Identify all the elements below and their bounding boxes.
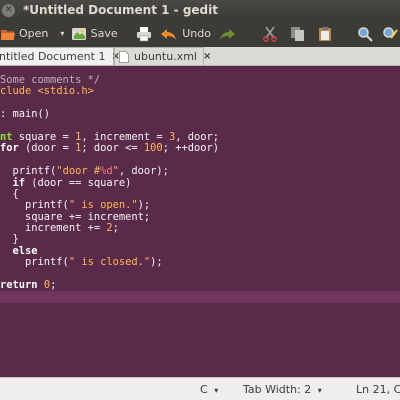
- code-text-area[interactable]: Some comments */clude <stdio.h> : main() n…: [0, 74, 400, 303]
- code-line[interactable]: [0, 269, 400, 280]
- clipboard-icon: [317, 26, 333, 42]
- undo-icon: [160, 27, 178, 41]
- code-token: , door;: [175, 130, 219, 143]
- code-token: printf(: [0, 256, 69, 269]
- code-token: ;: [50, 279, 57, 292]
- code-token: nt: [0, 130, 13, 143]
- code-token: return: [0, 279, 38, 292]
- code-token: " is closed.": [68, 256, 151, 269]
- code-token: " is open.": [68, 199, 138, 212]
- undo-button[interactable]: Undo: [160, 20, 212, 47]
- code-line[interactable]: }: [0, 234, 400, 245]
- code-token: (door == square): [25, 176, 132, 189]
- code-token: , door);: [118, 165, 169, 178]
- code-token: square =: [12, 130, 76, 143]
- close-tab-icon[interactable]: ×: [203, 51, 211, 62]
- current-line[interactable]: [0, 291, 400, 303]
- tab-ubuntu-xml[interactable]: ubuntu.xml ×: [114, 47, 211, 65]
- close-window-icon[interactable]: ✕: [2, 3, 15, 17]
- code-editor[interactable]: Some comments */clude <stdio.h> : main() n…: [0, 66, 400, 377]
- code-line[interactable]: : main(): [0, 108, 400, 121]
- undo-label: Undo: [182, 27, 211, 40]
- code-token: ; ++door): [162, 142, 220, 155]
- tab-untitled-document[interactable]: ntitled Document 1 ×: [0, 47, 120, 65]
- language-selector[interactable]: C ▾: [200, 383, 218, 396]
- code-token: , increment =: [81, 130, 169, 143]
- cut-button[interactable]: [262, 20, 282, 47]
- code-line[interactable]: if (door == square): [0, 176, 400, 189]
- code-token: increment +=: [0, 222, 107, 235]
- code-line[interactable]: for (door = 1; door <= 100; ++door): [0, 143, 400, 154]
- code-line[interactable]: [0, 98, 400, 109]
- code-token: 100: [143, 142, 163, 155]
- code-token: Some comments */: [0, 74, 101, 86]
- chevron-down-icon: ▾: [214, 386, 219, 395]
- code-token: else: [12, 244, 38, 257]
- code-token: for: [0, 142, 19, 155]
- code-token: );: [137, 199, 151, 212]
- status-bar: C ▾ Tab Width: 2 ▾ Ln 21, Co: [0, 377, 400, 400]
- tab-width-selector[interactable]: Tab Width: 2 ▾: [243, 383, 322, 396]
- code-token: %d: [100, 165, 113, 178]
- toolbar: Open ▾ Save Undo: [0, 20, 400, 47]
- code-token: ;: [112, 222, 119, 235]
- code-token: if: [12, 176, 26, 189]
- document-icon: [119, 50, 129, 63]
- code-line[interactable]: clude <stdio.h>: [0, 86, 400, 97]
- redo-button[interactable]: [218, 20, 242, 47]
- language-label: C: [200, 383, 208, 396]
- code-token: "door #: [56, 165, 101, 178]
- open-button[interactable]: Open ▾: [0, 20, 67, 47]
- search-button[interactable]: [357, 20, 377, 47]
- copy-icon: [290, 26, 306, 42]
- code-line[interactable]: printf(" is closed.");: [0, 257, 400, 268]
- save-icon: [71, 26, 87, 42]
- code-token: : main(): [0, 108, 51, 121]
- tab-label: ntitled Document 1: [0, 50, 106, 63]
- save-button[interactable]: Save: [71, 20, 128, 47]
- open-folder-icon: [0, 27, 16, 41]
- redo-icon: [218, 27, 236, 41]
- copy-button[interactable]: [290, 20, 310, 47]
- code-token: square += increment;: [0, 210, 151, 223]
- tab-bar: ntitled Document 1 × ubuntu.xml ×: [0, 47, 400, 66]
- chevron-down-icon[interactable]: ▾: [60, 29, 64, 38]
- chevron-down-icon: ▾: [317, 386, 322, 395]
- code-token: clude: [0, 85, 38, 98]
- code-token: printf(: [0, 199, 69, 212]
- code-line[interactable]: return 0;: [0, 279, 400, 292]
- code-line[interactable]: increment += 2;: [0, 222, 400, 235]
- code-token: <stdio.h>: [37, 85, 94, 98]
- paste-button[interactable]: [317, 20, 337, 47]
- code-token: printf(: [0, 165, 57, 178]
- code-token: (door =: [18, 142, 76, 155]
- window-title: *Untitled Document 1 - gedit: [23, 3, 218, 17]
- open-label: Open: [19, 27, 49, 40]
- replace-button[interactable]: [382, 20, 400, 47]
- code-token: {: [0, 187, 19, 200]
- code-token: }: [0, 233, 19, 246]
- tab-label: ubuntu.xml: [134, 50, 197, 63]
- cursor-position: Ln 21, Co: [356, 383, 400, 396]
- title-bar: ✕ *Untitled Document 1 - gedit: [0, 0, 400, 20]
- tab-width-label: Tab Width: 2: [243, 383, 312, 396]
- printer-icon: [136, 26, 152, 42]
- code-token: ; door <=: [81, 142, 144, 155]
- search-icon: [357, 26, 373, 42]
- search-replace-icon: [382, 26, 398, 42]
- scissors-icon: [262, 25, 278, 42]
- save-label: Save: [90, 27, 118, 40]
- print-button[interactable]: [136, 20, 158, 47]
- code-token: );: [150, 256, 163, 269]
